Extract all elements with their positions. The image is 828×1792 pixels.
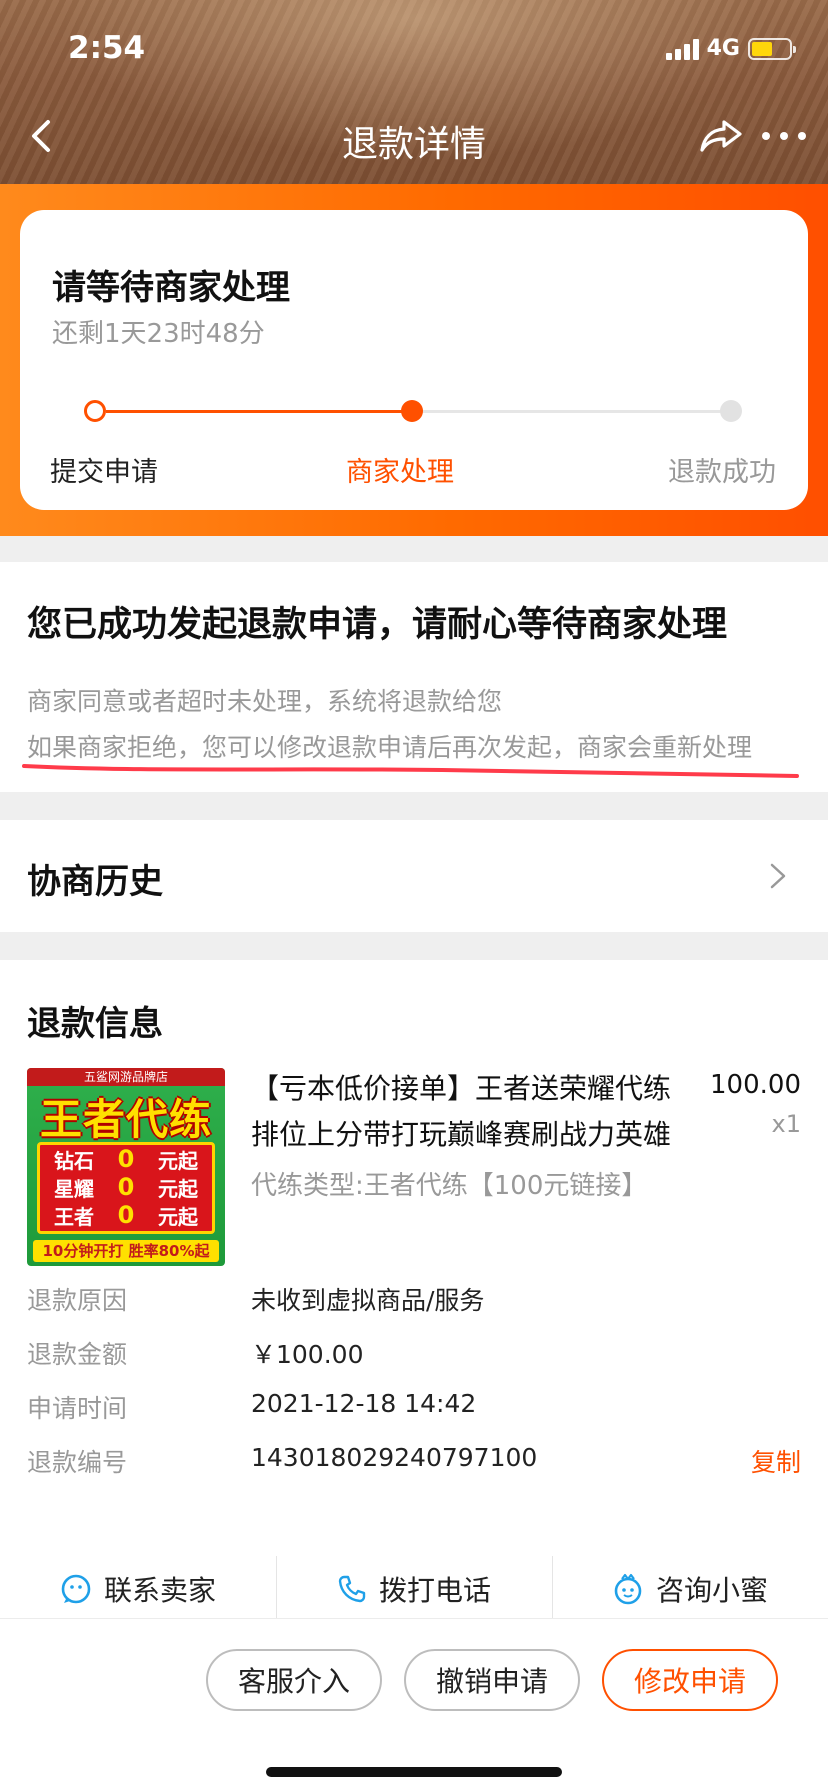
refund-amount-label: 退款金额	[27, 1340, 128, 1369]
network-type: 4G	[706, 36, 740, 61]
status-indicators: 4G	[665, 36, 796, 61]
contact-row: 联系卖家 拨打电话 咨询小蜜	[0, 1556, 828, 1620]
status-time: 2:54	[68, 30, 146, 66]
step-label-processing: 商家处理	[346, 457, 454, 488]
thumb-shop-name: 五鲨网游品牌店	[27, 1068, 225, 1086]
progress-title: 请等待商家处理	[52, 268, 290, 308]
product-thumbnail[interactable]: 五鲨网游品牌店 王者代练 钻石 0 元起 星耀 0 元起 王者 0 元起 10分…	[27, 1068, 225, 1266]
product-price: 100.00	[710, 1070, 801, 1100]
contact-seller-button[interactable]: 联系卖家	[0, 1558, 276, 1620]
thumb-price-box: 钻石 0 元起 星耀 0 元起 王者 0 元起	[37, 1142, 215, 1234]
call-phone-label: 拨打电话	[378, 1574, 491, 1607]
bottom-action-bar: 客服介入 撤销申请 修改申请	[0, 1618, 828, 1792]
ask-assistant-label: 咨询小蜜	[655, 1574, 768, 1607]
thumb-headline: 王者代练	[39, 1095, 212, 1144]
refund-reason-label: 退款原因	[27, 1286, 128, 1315]
product-spec: 代练类型:王者代练【100元链接】	[251, 1171, 648, 1201]
battery-icon	[748, 37, 796, 60]
step-dot-submitted	[84, 400, 106, 422]
share-icon[interactable]	[698, 116, 744, 156]
product-title[interactable]: 【亏本低价接单】王者送荣耀代练 排位上分带打玩巅峰赛刷战力英雄	[251, 1066, 701, 1158]
step-label-submitted: 提交申请	[50, 457, 158, 488]
notice-panel: 您已成功发起退款申请，请耐心等待商家处理 商家同意或者超时未处理，系统将退款给您…	[0, 562, 828, 792]
signal-icon	[665, 38, 699, 60]
product-title-line-2: 排位上分带打玩巅峰赛刷战力英雄	[251, 1118, 672, 1151]
step-dot-success	[720, 400, 742, 422]
thumb-row: 王者 0 元起	[54, 1201, 198, 1229]
history-label: 协商历史	[27, 862, 163, 902]
refund-number-label: 退款编号	[27, 1448, 128, 1477]
negotiation-history-row[interactable]: 协商历史	[0, 820, 828, 932]
refund-info-title: 退款信息	[27, 1004, 163, 1044]
ask-assistant-button[interactable]: 咨询小蜜	[552, 1556, 828, 1620]
product-title-line-1: 【亏本低价接单】王者送荣耀代练	[251, 1072, 672, 1105]
refund-reason-value: 未收到虚拟商品/服务	[251, 1286, 485, 1315]
notice-line-1: 商家同意或者超时未处理，系统将退款给您	[27, 687, 503, 716]
thumb-tagline: 10分钟开打 胜率80%起	[33, 1240, 219, 1262]
thumb-row: 钻石 0 元起	[54, 1145, 198, 1173]
chat-face-icon	[61, 1574, 91, 1604]
contact-seller-label: 联系卖家	[103, 1574, 216, 1607]
customer-service-button[interactable]: 客服介入	[206, 1649, 382, 1711]
modify-request-button[interactable]: 修改申请	[602, 1649, 778, 1711]
call-phone-button[interactable]: 拨打电话	[276, 1556, 552, 1620]
assistant-icon	[614, 1573, 642, 1605]
refund-amount-value: ￥100.00	[251, 1340, 364, 1369]
progress-card: 请等待商家处理 还剩1天23时48分 提交申请 商家处理 退款成功	[20, 210, 808, 510]
copy-button[interactable]: 复制	[751, 1443, 801, 1479]
chevron-right-icon	[770, 863, 786, 889]
step-label-success: 退款成功	[668, 457, 776, 488]
thumb-row: 星耀 0 元起	[54, 1173, 198, 1201]
notice-title: 您已成功发起退款申请，请耐心等待商家处理	[27, 605, 728, 645]
refund-number-value: 143018029240797100	[251, 1443, 538, 1472]
remaining-time: 还剩1天23时48分	[52, 319, 265, 349]
red-underline-annotation	[22, 764, 799, 778]
cancel-request-button[interactable]: 撤销申请	[404, 1649, 580, 1711]
product-quantity: x1	[771, 1110, 801, 1138]
apply-time-label: 申请时间	[27, 1394, 128, 1423]
step-dot-processing	[401, 400, 423, 422]
more-icon[interactable]	[762, 118, 806, 154]
phone-icon	[338, 1575, 366, 1603]
header: 2:54 4G 退款详情	[0, 0, 828, 184]
apply-time-value: 2021-12-18 14:42	[251, 1389, 477, 1418]
progress-track-done	[106, 410, 411, 413]
home-indicator	[266, 1767, 562, 1777]
